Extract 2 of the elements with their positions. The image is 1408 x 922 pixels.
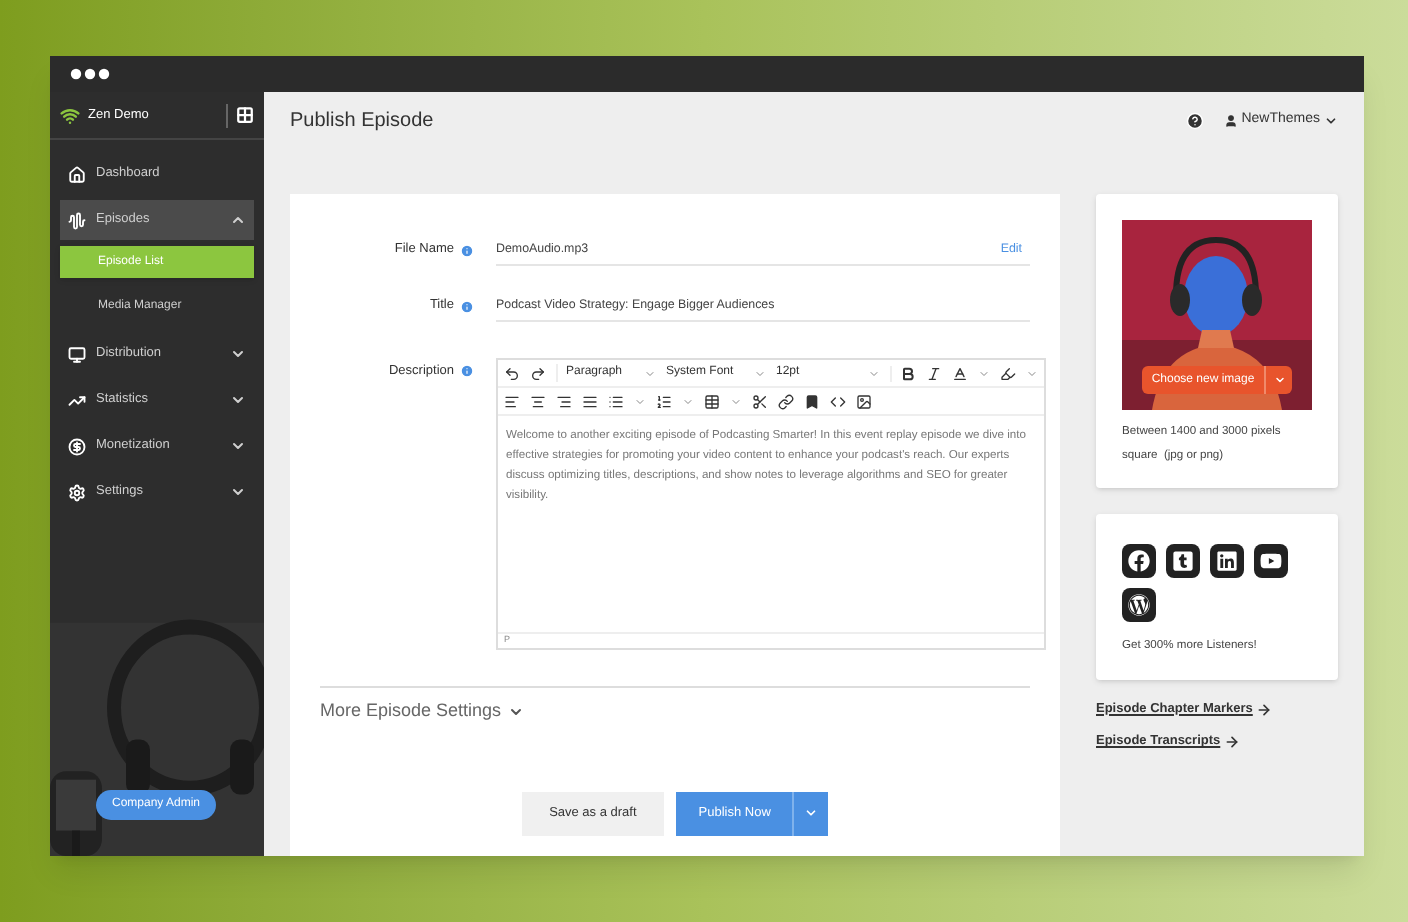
more-settings-toggle[interactable]: More Episode Settings	[320, 698, 502, 725]
page-title: Publish Episode	[290, 108, 434, 136]
